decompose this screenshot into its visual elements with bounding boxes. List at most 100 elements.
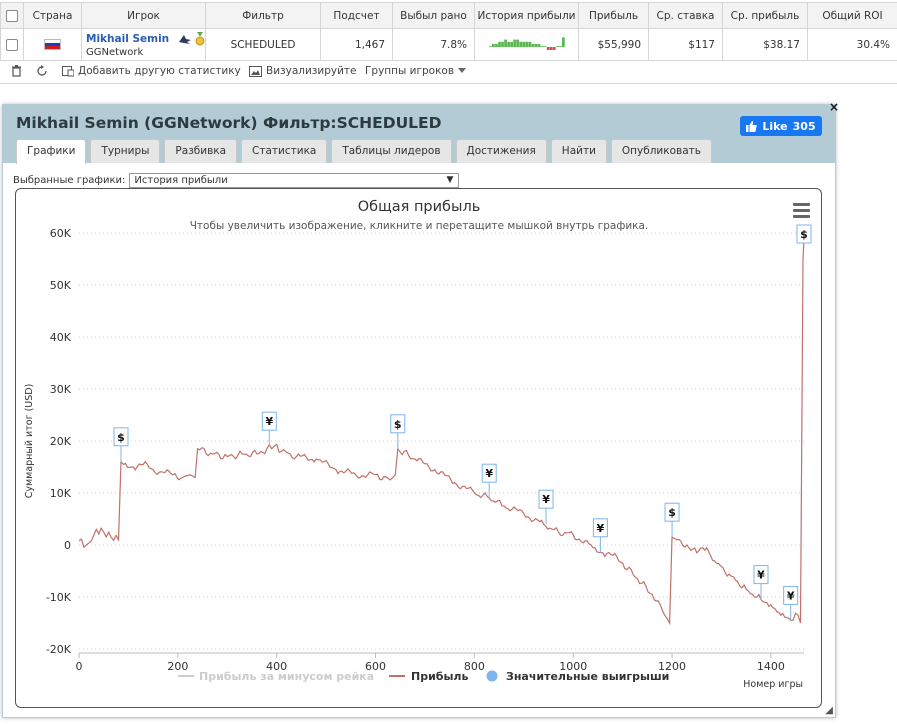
sparkline-bar — [537, 44, 540, 47]
panel-header: Mikhail Semin (GGNetwork) Фильтр:SCHEDUL… — [3, 105, 835, 164]
col-header-player[interactable]: Игрок — [81, 2, 206, 29]
sparkline-bar — [543, 46, 546, 47]
tab-leaderboards[interactable]: Таблицы лидеров — [331, 139, 452, 163]
player-panel: Mikhail Semin (GGNetwork) Фильтр:SCHEDUL… — [2, 100, 839, 718]
tab-breakdown[interactable]: Разбивка — [164, 139, 238, 163]
y-tick-label: 10K — [50, 487, 72, 500]
russia-flag-icon — [44, 39, 61, 50]
legend-big-wins[interactable]: Значительные выигрыши — [486, 670, 670, 683]
like-count: 305 — [792, 119, 816, 133]
svg-text:¥: ¥ — [542, 493, 550, 506]
image-icon — [249, 65, 262, 77]
header-checkbox-cell — [0, 2, 24, 29]
filter-cell: SCHEDULED — [205, 28, 321, 61]
big-win-flag[interactable]: $ — [113, 427, 129, 462]
legend-profit[interactable]: Прибыль — [389, 670, 468, 683]
row-checkbox[interactable] — [6, 38, 18, 51]
shark-badge-icon — [179, 35, 191, 44]
svg-text:$: $ — [668, 506, 676, 519]
x-axis-label: Номер игры — [743, 679, 803, 690]
big-win-flag[interactable]: $ — [796, 224, 812, 244]
col-header-country[interactable]: Страна — [23, 2, 82, 29]
stats-table: Страна Игрок Фильтр Подсчет Выбыл рано И… — [0, 2, 897, 61]
add-stats-button[interactable]: Добавить другую статистику — [62, 65, 241, 77]
resize-handle-icon[interactable]: ◢ — [825, 705, 833, 716]
y-axis-label: Суммарный итог (USD) — [24, 384, 35, 499]
col-header-roi[interactable]: Общий ROI — [807, 2, 897, 29]
y-tick-label: 30K — [50, 383, 72, 396]
sparkline-bar — [531, 44, 534, 47]
svg-text:Прибыль за минусом рейка: Прибыль за минусом рейка — [199, 670, 374, 683]
chevron-down-icon — [458, 68, 467, 73]
legend-rake[interactable]: Прибыль за минусом рейка — [178, 670, 374, 683]
chart-subtitle: Чтобы увеличить изображение, кликните и … — [190, 220, 649, 232]
sparkline-bar — [540, 46, 543, 47]
sparkline-bar — [561, 37, 565, 47]
sparkline-bar — [506, 41, 510, 47]
y-tick-label: 40K — [50, 331, 72, 344]
sparkline-bar — [494, 44, 498, 47]
tab-find[interactable]: Найти — [550, 139, 607, 163]
col-header-early[interactable]: Выбыл рано — [392, 2, 475, 29]
col-header-filter[interactable]: Фильтр — [205, 2, 321, 29]
profit-chart[interactable]: Общая прибыль Чтобы увеличить изображение… — [15, 188, 822, 708]
big-win-flag[interactable]: $ — [664, 502, 680, 538]
col-header-count[interactable]: Подсчет — [320, 2, 393, 29]
refresh-button[interactable] — [36, 65, 48, 77]
sparkline-bar — [518, 41, 522, 47]
graph-select-row: Выбранные графики: История прибыли ▼ — [13, 173, 460, 188]
sparkline-bar — [503, 39, 507, 47]
sparkline-bar — [546, 47, 549, 50]
y-tick-label: 20K — [50, 435, 72, 448]
col-header-history[interactable]: История прибыли — [474, 2, 579, 29]
player-groups-label: Группы игроков — [365, 65, 455, 77]
close-icon[interactable]: × — [827, 100, 841, 114]
y-tick-label: -20K — [46, 643, 72, 656]
col-header-avg-stake[interactable]: Ср. ставка — [648, 2, 723, 29]
x-tick-label: 0 — [76, 660, 83, 673]
tab-graphs[interactable]: Графики — [16, 139, 87, 164]
thumbs-up-icon — [746, 120, 758, 132]
tab-publish[interactable]: Опубликовать — [610, 139, 712, 163]
sparkline-bar — [515, 39, 519, 47]
history-cell — [474, 28, 579, 61]
sparkline-bar — [534, 44, 537, 47]
sparkline-bar — [512, 39, 516, 47]
chart-menu-icon[interactable] — [793, 203, 810, 218]
panel-title: Mikhail Semin (GGNetwork) Фильтр:SCHEDUL… — [16, 114, 442, 132]
tab-achievements[interactable]: Достижения — [455, 139, 547, 163]
player-groups-dropdown[interactable]: Группы игроков — [365, 65, 467, 77]
big-win-flag[interactable]: ¥ — [753, 565, 769, 600]
sparkline-bar — [491, 44, 495, 47]
svg-text:¥: ¥ — [485, 467, 493, 480]
col-header-profit[interactable]: Прибыль — [578, 2, 649, 29]
select-all-checkbox[interactable] — [6, 9, 18, 22]
sparkline-bar — [509, 41, 513, 47]
col-header-avg-profit[interactable]: Ср. прибыль — [722, 2, 808, 29]
big-win-flag[interactable]: ¥ — [783, 585, 799, 621]
graph-select[interactable]: История прибыли ▼ — [129, 173, 460, 188]
profit-sparkline[interactable] — [487, 32, 567, 54]
sparkline-bar — [500, 41, 504, 47]
y-tick-label: 0 — [64, 539, 71, 552]
graph-select-label: Выбранные графики: — [13, 175, 126, 186]
refresh-icon — [37, 65, 47, 76]
visualize-button[interactable]: Визуализируйте — [249, 65, 356, 77]
add-column-icon — [62, 65, 74, 76]
profit-cell: $55,990 — [578, 28, 649, 61]
svg-text:$: $ — [117, 431, 125, 444]
big-win-flag[interactable]: ¥ — [538, 489, 554, 525]
graph-select-value: История прибыли — [134, 175, 228, 186]
delete-button[interactable] — [11, 65, 22, 77]
tab-statistics[interactable]: Статистика — [241, 139, 328, 163]
facebook-like-button[interactable]: Like 305 — [740, 116, 822, 136]
profit-series-line[interactable] — [78, 238, 805, 626]
count-cell: 1,467 — [320, 28, 393, 61]
profit-chart-svg[interactable]: Общая прибыль Чтобы увеличить изображение… — [16, 189, 823, 709]
big-win-flag[interactable]: $ — [390, 414, 406, 449]
big-win-flag[interactable]: ¥ — [261, 411, 277, 447]
add-stats-label: Добавить другую статистику — [78, 65, 241, 77]
sparkline-bar — [524, 41, 528, 47]
trash-icon — [12, 65, 21, 77]
tab-tournaments[interactable]: Турниры — [90, 139, 161, 163]
